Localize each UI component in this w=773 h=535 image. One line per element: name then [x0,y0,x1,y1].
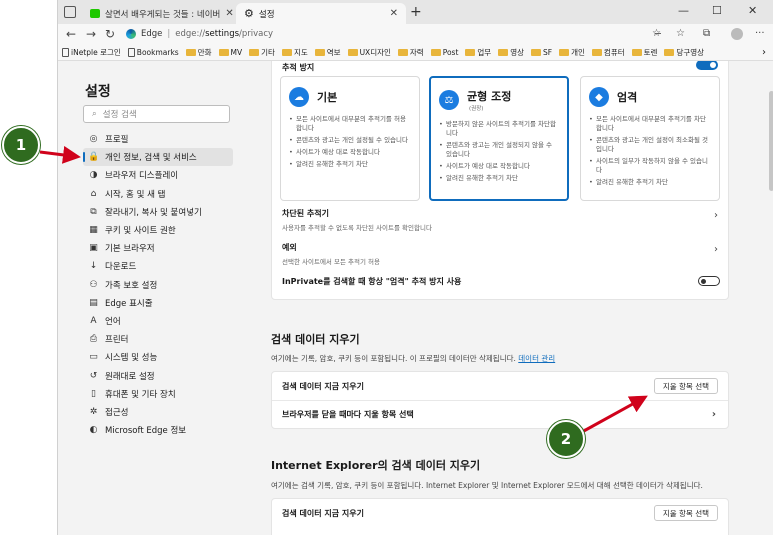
arrow-2 [581,395,648,434]
annotation-arrows [39,145,648,434]
step-badge-1: 1 [2,126,40,164]
arrow-1 [39,145,81,164]
step-badge-2: 2 [547,420,585,458]
